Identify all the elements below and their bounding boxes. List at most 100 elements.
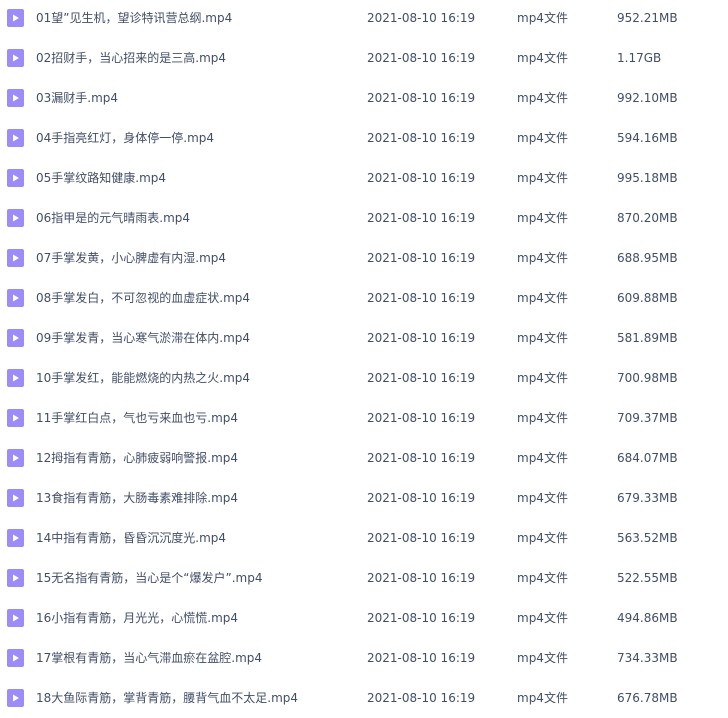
file-row[interactable]: 18大鱼际青筋，掌背青筋，腰背气血不太足.mp4 2021-08-10 16:19…	[0, 678, 728, 718]
video-file-icon	[7, 249, 24, 267]
file-modified-date: 2021-08-10 16:19	[367, 91, 476, 105]
file-list: 01望”见生机，望诊特讯营总纲.mp4 2021-08-10 16:19 mp4文件…	[0, 0, 728, 717]
file-size: 563.52MB	[617, 531, 678, 545]
file-modified-date: 2021-08-10 16:19	[367, 171, 476, 185]
file-name: 18大鱼际青筋，掌背青筋，腰背气血不太足.mp4	[36, 691, 299, 705]
video-file-icon	[7, 409, 24, 427]
file-row[interactable]: 15无名指有青筋，当心是个“爆发户”.mp4 2021-08-10 16:19 mp…	[0, 558, 728, 598]
file-row[interactable]: 01望”见生机，望诊特讯营总纲.mp4 2021-08-10 16:19 mp4文件…	[0, 0, 728, 38]
video-file-icon	[7, 609, 24, 627]
video-file-icon	[7, 9, 24, 27]
file-name: 08手掌发白，不可忽视的血虚症状.mp4	[36, 291, 251, 305]
file-type: mp4文件	[517, 691, 568, 705]
file-row[interactable]: 12拇指有青筋，心肺疲弱响警报.mp4 2021-08-10 16:19 mp4文件…	[0, 438, 728, 478]
file-row[interactable]: 09手掌发青，当心寒气淤滞在体内.mp4 2021-08-10 16:19 mp4文…	[0, 318, 728, 358]
file-row[interactable]: 07手掌发黄，小心脾虚有内湿.mp4 2021-08-10 16:19 mp4文件 6…	[0, 238, 728, 278]
file-name: 14中指有青筋，昏昏沉沉度光.mp4	[36, 531, 227, 545]
file-size: 1.17GB	[617, 51, 662, 65]
file-type: mp4文件	[517, 251, 568, 265]
file-size: 609.88MB	[617, 291, 678, 305]
file-row[interactable]: 14中指有青筋，昏昏沉沉度光.mp4 2021-08-10 16:19 mp4文件 5…	[0, 518, 728, 558]
file-name: 01望”见生机，望诊特讯营总纲.mp4	[36, 11, 233, 25]
file-type: mp4文件	[517, 651, 568, 665]
file-type: mp4文件	[517, 571, 568, 585]
file-size: 709.37MB	[617, 411, 678, 425]
file-type: mp4文件	[517, 371, 568, 385]
file-row[interactable]: 16小指有青筋，月光光，心慌慌.mp4 2021-08-10 16:19 mp4文件…	[0, 598, 728, 638]
file-modified-date: 2021-08-10 16:19	[367, 531, 476, 545]
file-row[interactable]: 13食指有青筋，大肠毒素难排除.mp4 2021-08-10 16:19 mp4文件…	[0, 478, 728, 518]
file-size: 992.10MB	[617, 91, 678, 105]
file-name: 12拇指有青筋，心肺疲弱响警报.mp4	[36, 451, 239, 465]
file-row[interactable]: 05手掌纹路知健康.mp4 2021-08-10 16:19 mp4文件 995.18…	[0, 158, 728, 198]
file-modified-date: 2021-08-10 16:19	[367, 451, 476, 465]
file-modified-date: 2021-08-10 16:19	[367, 411, 476, 425]
file-type: mp4文件	[517, 491, 568, 505]
file-modified-date: 2021-08-10 16:19	[367, 291, 476, 305]
file-name: 03漏财手.mp4	[36, 91, 119, 105]
file-type: mp4文件	[517, 51, 568, 65]
file-modified-date: 2021-08-10 16:19	[367, 611, 476, 625]
video-file-icon	[7, 369, 24, 387]
file-type: mp4文件	[517, 131, 568, 145]
file-modified-date: 2021-08-10 16:19	[367, 651, 476, 665]
file-row[interactable]: 06指甲是的元气晴雨表.mp4 2021-08-10 16:19 mp4文件 870.…	[0, 198, 728, 238]
video-file-icon	[7, 129, 24, 147]
video-file-icon	[7, 649, 24, 667]
file-name: 05手掌纹路知健康.mp4	[36, 171, 167, 185]
file-modified-date: 2021-08-10 16:19	[367, 691, 476, 705]
file-modified-date: 2021-08-10 16:19	[367, 131, 476, 145]
file-size: 581.89MB	[617, 331, 678, 345]
file-name: 13食指有青筋，大肠毒素难排除.mp4	[36, 491, 239, 505]
file-size: 676.78MB	[617, 691, 678, 705]
file-modified-date: 2021-08-10 16:19	[367, 251, 476, 265]
file-size: 522.55MB	[617, 571, 678, 585]
video-file-icon	[7, 449, 24, 467]
video-file-icon	[7, 209, 24, 227]
file-size: 684.07MB	[617, 451, 678, 465]
file-size: 594.16MB	[617, 131, 678, 145]
file-row[interactable]: 03漏财手.mp4 2021-08-10 16:19 mp4文件 992.10MB	[0, 78, 728, 118]
file-type: mp4文件	[517, 331, 568, 345]
file-size: 688.95MB	[617, 251, 678, 265]
file-row[interactable]: 17掌根有青筋，当心气滞血瘀在盆腔.mp4 2021-08-10 16:19 mp4…	[0, 638, 728, 678]
file-name: 09手掌发青，当心寒气淤滞在体内.mp4	[36, 331, 251, 345]
file-modified-date: 2021-08-10 16:19	[367, 211, 476, 225]
file-row[interactable]: 02招财手，当心招来的是三高.mp4 2021-08-10 16:19 mp4文件 1…	[0, 38, 728, 78]
file-type: mp4文件	[517, 531, 568, 545]
file-type: mp4文件	[517, 451, 568, 465]
video-file-icon	[7, 89, 24, 107]
file-size: 679.33MB	[617, 491, 678, 505]
file-type: mp4文件	[517, 211, 568, 225]
video-file-icon	[7, 289, 24, 307]
file-modified-date: 2021-08-10 16:19	[367, 51, 476, 65]
file-type: mp4文件	[517, 291, 568, 305]
video-file-icon	[7, 49, 24, 67]
file-type: mp4文件	[517, 611, 568, 625]
file-size: 870.20MB	[617, 211, 678, 225]
file-modified-date: 2021-08-10 16:19	[367, 571, 476, 585]
file-row[interactable]: 10手掌发红，能能燃烧的内热之火.mp4 2021-08-10 16:19 mp4文…	[0, 358, 728, 398]
file-size: 995.18MB	[617, 171, 678, 185]
file-row[interactable]: 11手掌红白点，气也亏来血也亏.mp4 2021-08-10 16:19 mp4文件…	[0, 398, 728, 438]
file-type: mp4文件	[517, 171, 568, 185]
file-type: mp4文件	[517, 411, 568, 425]
video-file-icon	[7, 329, 24, 347]
file-row[interactable]: 08手掌发白，不可忽视的血虚症状.mp4 2021-08-10 16:19 mp4文…	[0, 278, 728, 318]
file-name: 16小指有青筋，月光光，心慌慌.mp4	[36, 611, 239, 625]
file-name: 15无名指有青筋，当心是个“爆发户”.mp4	[36, 571, 263, 585]
video-file-icon	[7, 689, 24, 707]
video-file-icon	[7, 569, 24, 587]
file-type: mp4文件	[517, 91, 568, 105]
file-row[interactable]: 04手指亮红灯，身体停一停.mp4 2021-08-10 16:19 mp4文件 59…	[0, 118, 728, 158]
file-name: 04手指亮红灯，身体停一停.mp4	[36, 131, 215, 145]
file-size: 700.98MB	[617, 371, 678, 385]
video-file-icon	[7, 529, 24, 547]
file-size: 494.86MB	[617, 611, 678, 625]
file-name: 06指甲是的元气晴雨表.mp4	[36, 211, 191, 225]
file-modified-date: 2021-08-10 16:19	[367, 11, 476, 25]
file-name: 11手掌红白点，气也亏来血也亏.mp4	[36, 411, 239, 425]
file-modified-date: 2021-08-10 16:19	[367, 331, 476, 345]
file-name: 10手掌发红，能能燃烧的内热之火.mp4	[36, 371, 251, 385]
file-name: 07手掌发黄，小心脾虚有内湿.mp4	[36, 251, 227, 265]
